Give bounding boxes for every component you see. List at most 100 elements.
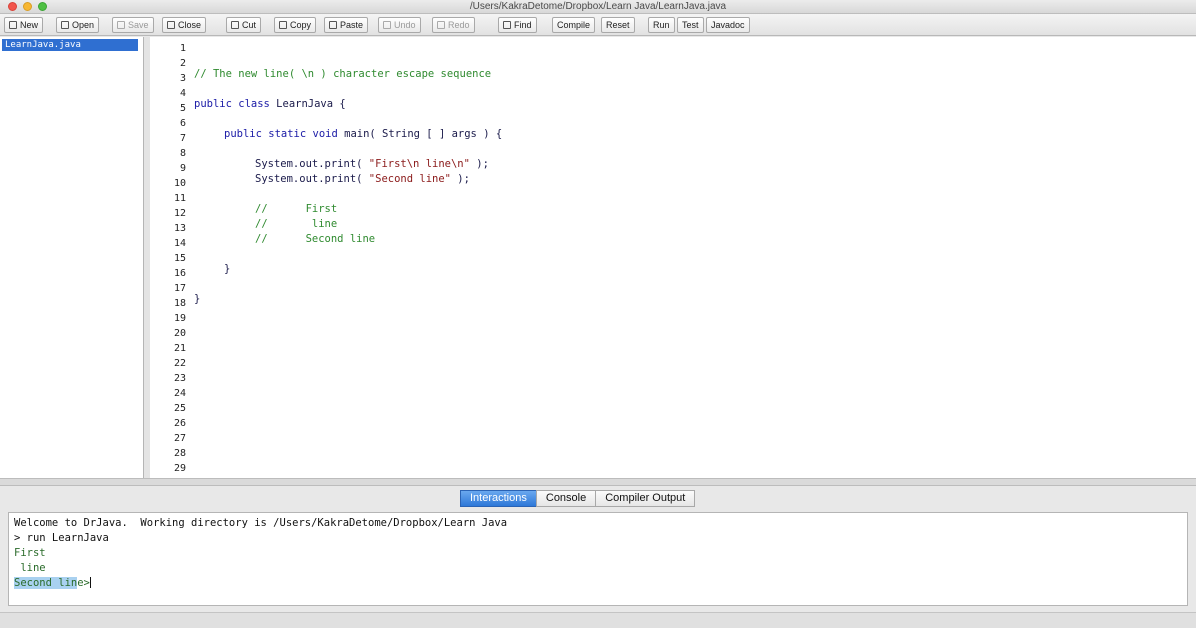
- run-command: > run LearnJava: [14, 532, 109, 544]
- code-text: System.out.print(: [255, 158, 369, 170]
- horizontal-split-handle[interactable]: [0, 478, 1196, 486]
- code-line-10: System.out.print( "Second line" );: [255, 173, 470, 185]
- line-number: 8: [179, 148, 186, 159]
- keyword: public static void: [224, 128, 338, 140]
- code-line-14: // Second line: [255, 233, 376, 245]
- output-line: Second line>: [14, 577, 91, 589]
- code-text: LearnJava {: [269, 98, 346, 110]
- string-literal: "First\n line\n": [368, 158, 470, 170]
- code-text: );: [450, 173, 470, 185]
- open-label: Open: [72, 20, 95, 30]
- code-line-3: // The new line( \n ) character escape s…: [194, 68, 492, 80]
- tab-compiler-output[interactable]: Compiler Output: [595, 490, 696, 507]
- paste-icon: [329, 21, 337, 29]
- title-bar: /Users/KakraDetome/Dropbox/Learn Java/Le…: [0, 0, 1196, 14]
- line-number: 17: [173, 283, 186, 294]
- line-number: 1: [179, 43, 186, 54]
- line-number: 11: [173, 193, 186, 204]
- copy-button[interactable]: Copy: [274, 17, 317, 33]
- line-number: 16: [173, 268, 186, 279]
- line-number: 12: [173, 208, 186, 219]
- code-line-13: // line: [255, 218, 338, 230]
- copy-label: Copy: [290, 20, 312, 30]
- code-line-16: }: [224, 263, 231, 275]
- redo-icon: [437, 21, 445, 29]
- output-line: line: [14, 562, 46, 574]
- test-button[interactable]: Test: [677, 17, 704, 33]
- code-area[interactable]: // The new line( \n ) character escape s…: [194, 37, 1184, 478]
- status-bar: [0, 612, 1196, 628]
- line-number: 26: [173, 418, 186, 429]
- redo-button[interactable]: Redo: [432, 17, 475, 33]
- tab-interactions[interactable]: Interactions: [460, 490, 537, 507]
- line-number: 23: [173, 373, 186, 384]
- line-number: 27: [173, 433, 186, 444]
- line-number: 29: [173, 463, 186, 474]
- line-number: 19: [173, 313, 186, 324]
- line-number: 4: [179, 88, 186, 99]
- line-number: 15: [173, 253, 186, 264]
- save-button[interactable]: Save: [112, 17, 154, 33]
- code-line-18: }: [194, 293, 201, 305]
- line-number-gutter: 1 2 3 4 5 6 7 8 9 10 11 12 13 14 15 16 17 18 19 20 21 22 23 24 2…: [150, 37, 190, 478]
- keyword: public class: [194, 98, 270, 110]
- welcome-message: Welcome to DrJava. Working directory is …: [14, 517, 508, 529]
- code-text: );: [469, 158, 489, 170]
- line-number: 5: [179, 103, 186, 114]
- line-number: 22: [173, 358, 186, 369]
- reset-button[interactable]: Reset: [601, 17, 635, 33]
- paste-button[interactable]: Paste: [324, 17, 369, 33]
- line-number: 28: [173, 448, 186, 459]
- line-number: 3: [179, 73, 186, 84]
- new-label: New: [20, 20, 39, 30]
- line-number: 13: [173, 223, 186, 234]
- scissors-icon: [231, 21, 239, 29]
- undo-label: Undo: [394, 20, 416, 30]
- line-number: 24: [173, 388, 186, 399]
- redo-label: Redo: [448, 20, 470, 30]
- code-text: main( String [ ] args ) {: [337, 128, 503, 140]
- run-button[interactable]: Run: [648, 17, 675, 33]
- javadoc-button[interactable]: Javadoc: [706, 17, 750, 33]
- code-line-9: System.out.print( "First\n line\n" );: [255, 158, 489, 170]
- line-number: 25: [173, 403, 186, 414]
- code-text: System.out.print(: [255, 173, 369, 185]
- code-editor[interactable]: 1 2 3 4 5 6 7 8 9 10 11 12 13 14 15 16 17 18 19 20 21 22 23 24 2…: [150, 37, 1196, 478]
- cut-button[interactable]: Cut: [226, 17, 262, 33]
- text-caret: [89, 577, 91, 588]
- cut-label: Cut: [242, 20, 257, 30]
- line-number: 18: [173, 298, 186, 309]
- new-file-icon: [9, 21, 17, 29]
- copy-icon: [279, 21, 287, 29]
- paste-label: Paste: [340, 20, 364, 30]
- toolbar: New Open Save Close Cut Copy Paste Undo …: [0, 14, 1196, 36]
- tab-console[interactable]: Console: [535, 490, 597, 507]
- undo-button[interactable]: Undo: [378, 17, 421, 33]
- window-title: /Users/KakraDetome/Dropbox/Learn Java/Le…: [469, 1, 727, 12]
- line-number: 6: [179, 118, 186, 129]
- line-number: 14: [173, 238, 186, 249]
- compile-button[interactable]: Compile: [552, 17, 596, 33]
- line-number: 7: [179, 133, 186, 144]
- find-label: Find: [514, 20, 532, 30]
- code-line-5: public class LearnJava {: [194, 98, 346, 110]
- selected-text: Second lin: [14, 577, 78, 589]
- line-number: 2: [179, 58, 186, 69]
- open-folder-icon: [61, 21, 69, 29]
- code-line-7: public static void main( String [ ] args…: [224, 128, 502, 140]
- save-label: Save: [128, 20, 149, 30]
- code-line-12: // First: [255, 203, 338, 215]
- close-button[interactable]: Close: [162, 17, 207, 33]
- line-number: 9: [179, 163, 186, 174]
- file-item-learnjava[interactable]: LearnJava.java: [2, 39, 138, 51]
- find-button[interactable]: Find: [498, 17, 537, 33]
- close-label: Close: [178, 20, 202, 30]
- undo-icon: [383, 21, 391, 29]
- interactions-pane[interactable]: Welcome to DrJava. Working directory is …: [8, 512, 1188, 606]
- line-number: 21: [173, 343, 186, 354]
- find-icon: [503, 21, 511, 29]
- string-literal: "Second line": [368, 173, 451, 185]
- line-number: 20: [173, 328, 186, 339]
- open-button[interactable]: Open: [56, 17, 100, 33]
- new-button[interactable]: New: [4, 17, 44, 33]
